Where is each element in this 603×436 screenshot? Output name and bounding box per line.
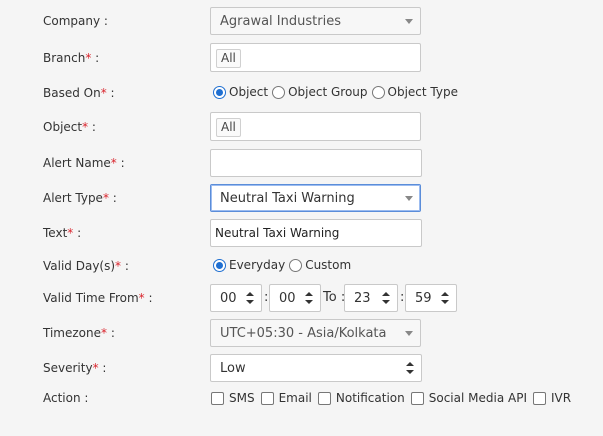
from-hour-select[interactable]: 00 xyxy=(210,284,262,312)
action-option-social-media-api[interactable]: Social Media API xyxy=(410,391,527,405)
option-label: Object xyxy=(229,85,269,99)
company-select-value: Agrawal Industries xyxy=(220,13,341,29)
radio-checked-icon[interactable] xyxy=(213,258,226,272)
option-label: Notification xyxy=(335,391,405,405)
to-hour-value: 23 xyxy=(354,290,371,306)
text-label: Text* : xyxy=(43,226,82,240)
checkbox-icon[interactable] xyxy=(532,391,546,405)
checkbox-icon[interactable] xyxy=(317,391,331,405)
action-option-notification[interactable]: Notification xyxy=(317,391,405,405)
action-option-ivr[interactable]: IVR xyxy=(532,391,572,405)
updown-arrows-icon xyxy=(406,362,414,374)
from-minute-select[interactable]: 00 xyxy=(269,284,321,312)
based-on-radio-group: Object Object Group Object Type xyxy=(213,85,462,99)
option-label: Everyday xyxy=(229,258,286,272)
valid-days-label: Valid Day(s)* : xyxy=(43,259,129,273)
chevron-down-icon xyxy=(405,331,413,336)
time-colon: : xyxy=(264,290,269,305)
to-minute-select[interactable]: 59 xyxy=(405,284,457,312)
option-label: Social Media API xyxy=(428,391,527,405)
object-tag-all[interactable]: All xyxy=(216,118,241,137)
alert-type-label: Alert Type* : xyxy=(43,191,117,205)
company-label: Company : xyxy=(43,14,108,28)
option-label: Email xyxy=(278,391,312,405)
option-label: Custom xyxy=(305,258,352,272)
radio-icon[interactable] xyxy=(371,85,385,99)
updown-arrows-icon xyxy=(382,292,390,304)
alert-name-input[interactable] xyxy=(210,149,422,177)
text-input[interactable]: Neutral Taxi Warning xyxy=(210,219,422,247)
valid-time-label: Valid Time From* : xyxy=(43,291,153,305)
time-colon: : xyxy=(400,290,405,305)
based-on-option-object[interactable]: Object xyxy=(213,85,268,99)
alert-type-select-value: Neutral Taxi Warning xyxy=(220,190,355,206)
action-option-sms[interactable]: SMS xyxy=(211,391,255,405)
severity-select[interactable]: Low xyxy=(210,354,422,382)
valid-days-option-everyday[interactable]: Everyday xyxy=(213,258,285,272)
updown-arrows-icon xyxy=(246,292,254,304)
alert-name-label: Alert Name* : xyxy=(43,156,125,170)
to-label: To : xyxy=(323,290,346,305)
option-label: Object Type xyxy=(387,85,458,99)
based-on-option-object-group[interactable]: Object Group xyxy=(272,85,368,99)
timezone-select[interactable]: UTC+05:30 - Asia/Kolkata xyxy=(210,319,421,347)
option-label: Object Group xyxy=(288,85,368,99)
branch-tag-all[interactable]: All xyxy=(216,49,241,68)
radio-icon[interactable] xyxy=(289,258,303,272)
text-input-value: Neutral Taxi Warning xyxy=(215,226,340,240)
based-on-label: Based On* : xyxy=(43,86,115,100)
option-label: SMS xyxy=(229,391,255,405)
option-label: IVR xyxy=(550,391,572,405)
alert-type-select[interactable]: Neutral Taxi Warning xyxy=(210,184,421,212)
action-option-email[interactable]: Email xyxy=(260,391,312,405)
checkbox-icon[interactable] xyxy=(260,391,274,405)
object-label: Object* : xyxy=(43,120,96,134)
to-hour-select[interactable]: 23 xyxy=(344,284,398,312)
from-hour-value: 00 xyxy=(220,290,237,306)
chevron-down-icon xyxy=(405,19,413,24)
radio-icon[interactable] xyxy=(272,85,286,99)
chevron-down-icon xyxy=(405,196,413,201)
checkbox-icon[interactable] xyxy=(410,391,424,405)
severity-label: Severity* : xyxy=(43,361,107,375)
severity-select-value: Low xyxy=(220,360,246,376)
valid-days-radio-group: Everyday Custom xyxy=(213,258,355,272)
to-minute-value: 59 xyxy=(415,290,432,306)
action-checkbox-group: SMS Email Notification Social Media API … xyxy=(211,391,577,405)
object-multiselect[interactable]: All xyxy=(210,112,421,141)
timezone-select-value: UTC+05:30 - Asia/Kolkata xyxy=(220,325,387,341)
radio-checked-icon[interactable] xyxy=(213,85,226,99)
branch-label: Branch* : xyxy=(43,51,100,65)
company-select[interactable]: Agrawal Industries xyxy=(210,7,421,35)
based-on-option-object-type[interactable]: Object Type xyxy=(371,85,458,99)
action-label: Action : xyxy=(43,391,89,405)
valid-days-option-custom[interactable]: Custom xyxy=(289,258,351,272)
updown-arrows-icon xyxy=(305,292,313,304)
branch-multiselect[interactable]: All xyxy=(210,43,421,72)
from-minute-value: 00 xyxy=(279,290,296,306)
timezone-label: Timezone* : xyxy=(43,326,115,340)
updown-arrows-icon xyxy=(441,292,449,304)
checkbox-icon[interactable] xyxy=(211,391,224,405)
